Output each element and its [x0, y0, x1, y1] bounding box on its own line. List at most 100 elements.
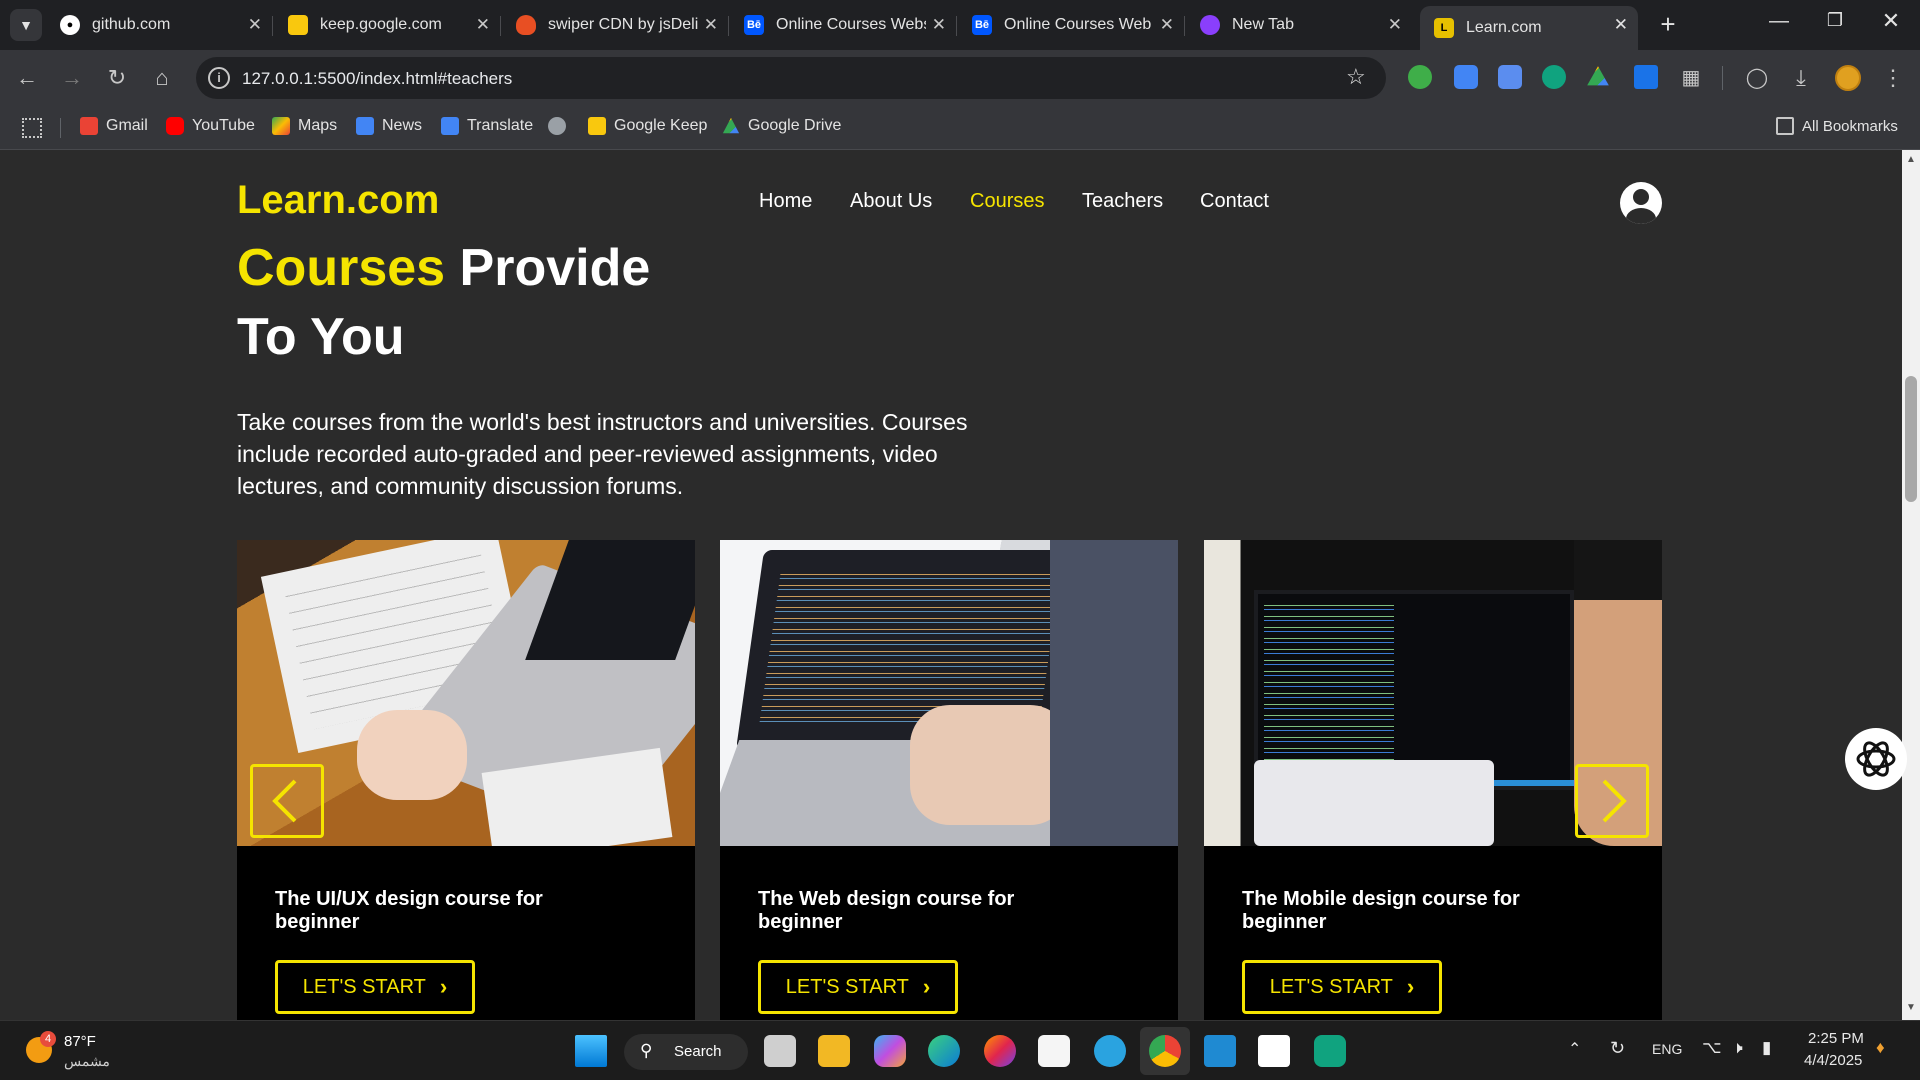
close-icon[interactable]: ✕ [476, 15, 490, 35]
tab-keep[interactable]: keep.google.com ✕ [274, 6, 501, 44]
extensions-puzzle-icon[interactable]: ▦ [1676, 63, 1706, 93]
minimize-button[interactable]: — [1764, 10, 1794, 33]
scroll-down-icon[interactable]: ▼ [1902, 1002, 1920, 1013]
all-bookmarks[interactable]: All Bookmarks [1776, 117, 1898, 135]
vscode-icon[interactable] [1204, 1035, 1236, 1067]
bookmark-gmail[interactable]: Gmail [80, 117, 148, 135]
close-window-button[interactable]: ✕ [1876, 8, 1906, 34]
tab-new-tab[interactable]: New Tab ✕ [1186, 6, 1412, 44]
apps-grid-icon[interactable] [22, 118, 42, 138]
copilot-icon[interactable] [874, 1035, 906, 1067]
bookmark-youtube[interactable]: YouTube [166, 117, 255, 135]
tab-search-button[interactable]: ▼ [10, 9, 42, 41]
scroll-thumb[interactable] [1905, 376, 1917, 502]
close-icon[interactable]: ✕ [1160, 15, 1174, 35]
clock-date[interactable]: 4/4/2025 [1804, 1052, 1862, 1069]
tab-behance-1[interactable]: Bē Online Courses Webs ✕ [730, 6, 957, 44]
clock-time[interactable]: 2:25 PM [1808, 1030, 1864, 1047]
tab-title: github.com [92, 16, 171, 33]
notification-bell-icon[interactable]: ♦ [1876, 1038, 1885, 1058]
tab-extension-icon[interactable] [1634, 65, 1658, 89]
tab-title: Learn.com [1466, 19, 1542, 36]
chevron-right-icon [1602, 779, 1627, 823]
tab-title: swiper CDN by jsDeliv [548, 16, 698, 33]
tab-behance-2[interactable]: Bē Online Courses Web ✕ [958, 6, 1185, 44]
google-translate-extension-icon[interactable] [1454, 65, 1478, 89]
tab-strip: ▼ ● github.com ✕ keep.google.com ✕ swipe… [0, 0, 1920, 50]
performance-icon[interactable]: ◯ [1742, 63, 1772, 93]
address-bar[interactable]: i 127.0.0.1:5500/index.html#teachers ☆ [196, 57, 1386, 99]
close-icon[interactable]: ✕ [1614, 15, 1628, 35]
task-view-icon[interactable] [764, 1035, 796, 1067]
bookmark-globe[interactable] [548, 117, 566, 135]
restore-button[interactable]: ❐ [1820, 10, 1850, 31]
site-logo[interactable]: Learn.com [237, 178, 439, 223]
tab-swiper-cdn[interactable]: swiper CDN by jsDeliv ✕ [502, 6, 729, 44]
show-hidden-icons[interactable]: ⌃ [1568, 1039, 1581, 1059]
bookmark-star-icon[interactable]: ☆ [1346, 64, 1366, 90]
page-scrollbar[interactable]: ▲ ▼ [1902, 150, 1920, 1020]
taskbar-search-box[interactable]: ⚲ Search [624, 1034, 748, 1070]
volume-muted-icon[interactable]: 🕨 [1732, 1038, 1743, 1058]
hero-title-line1: Courses Provide [237, 238, 650, 298]
back-icon[interactable]: ← [12, 63, 42, 93]
user-account-icon[interactable] [1620, 182, 1662, 224]
bookmark-translate[interactable]: Translate [441, 117, 533, 135]
chatgpt-extension-icon[interactable] [1542, 65, 1566, 89]
chevron-right-icon: › [922, 974, 931, 999]
reload-icon[interactable]: ↻ [102, 63, 132, 93]
language-indicator[interactable]: ENG [1652, 1041, 1682, 1057]
close-icon[interactable]: ✕ [704, 15, 718, 35]
nav-courses[interactable]: Courses [970, 190, 1044, 213]
nav-about-us[interactable]: About Us [850, 190, 932, 213]
translate-extension-icon[interactable] [1498, 65, 1522, 89]
windows-start-icon[interactable] [575, 1035, 607, 1067]
forward-icon[interactable]: → [57, 63, 87, 93]
button-label: LET'S START [1269, 975, 1393, 998]
telegram-icon[interactable] [1094, 1035, 1126, 1067]
scroll-up-icon[interactable]: ▲ [1902, 154, 1920, 165]
nav-contact[interactable]: Contact [1200, 190, 1269, 213]
new-tab-button[interactable]: + [1652, 8, 1684, 40]
chatgpt-widget-icon[interactable] [1845, 728, 1907, 790]
home-icon[interactable]: ⌂ [147, 63, 177, 93]
behance-icon: Bē [972, 15, 992, 35]
url-text[interactable]: 127.0.0.1:5500/index.html#teachers [242, 69, 512, 89]
battery-icon[interactable]: ▮ [1762, 1038, 1771, 1058]
tab-learn-com[interactable]: L Learn.com ✕ [1420, 6, 1638, 50]
profile-avatar[interactable] [1835, 65, 1861, 91]
close-icon[interactable]: ✕ [932, 15, 946, 35]
notion-icon[interactable] [1258, 1035, 1290, 1067]
close-icon[interactable]: ✕ [1388, 15, 1402, 35]
sync-icon[interactable]: ↻ [1610, 1038, 1625, 1059]
microsoft-store-icon[interactable] [1038, 1035, 1070, 1067]
lets-start-button[interactable]: LET'S START › [275, 960, 475, 1014]
button-label: LET'S START [785, 975, 909, 998]
google-drive-extension-icon[interactable] [1587, 66, 1609, 86]
slider-next-button[interactable] [1575, 764, 1649, 838]
extension-icon[interactable] [1408, 65, 1432, 89]
tab-github[interactable]: ● github.com ✕ [46, 6, 273, 44]
bookmark-maps[interactable]: Maps [272, 117, 337, 135]
nav-home[interactable]: Home [759, 190, 812, 213]
bookmark-news[interactable]: News [356, 117, 422, 135]
network-icon[interactable]: ⌥ [1702, 1038, 1722, 1058]
chrome-icon[interactable] [1149, 1035, 1181, 1067]
close-icon[interactable]: ✕ [248, 15, 262, 35]
bookmark-google-drive[interactable]: Google Drive [722, 117, 841, 135]
hero-title-rest: Provide [445, 239, 651, 297]
site-info-icon[interactable]: i [208, 67, 230, 89]
lets-start-button[interactable]: LET'S START › [758, 960, 958, 1014]
download-icon[interactable]: ⤓ [1786, 63, 1816, 93]
menu-kebab-icon[interactable]: ⋮ [1878, 63, 1908, 93]
nav-teachers[interactable]: Teachers [1082, 190, 1163, 213]
edge-icon[interactable] [928, 1035, 960, 1067]
lets-start-button[interactable]: LET'S START › [1242, 960, 1442, 1014]
bookmark-divider [60, 118, 61, 138]
file-explorer-icon[interactable] [818, 1035, 850, 1067]
bookmark-google-keep[interactable]: Google Keep [588, 117, 707, 135]
chatgpt-app-icon[interactable] [1314, 1035, 1346, 1067]
slider-prev-button[interactable] [250, 764, 324, 838]
weather-widget[interactable]: 4 87°F مشمس [26, 1031, 156, 1073]
firefox-icon[interactable] [984, 1035, 1016, 1067]
